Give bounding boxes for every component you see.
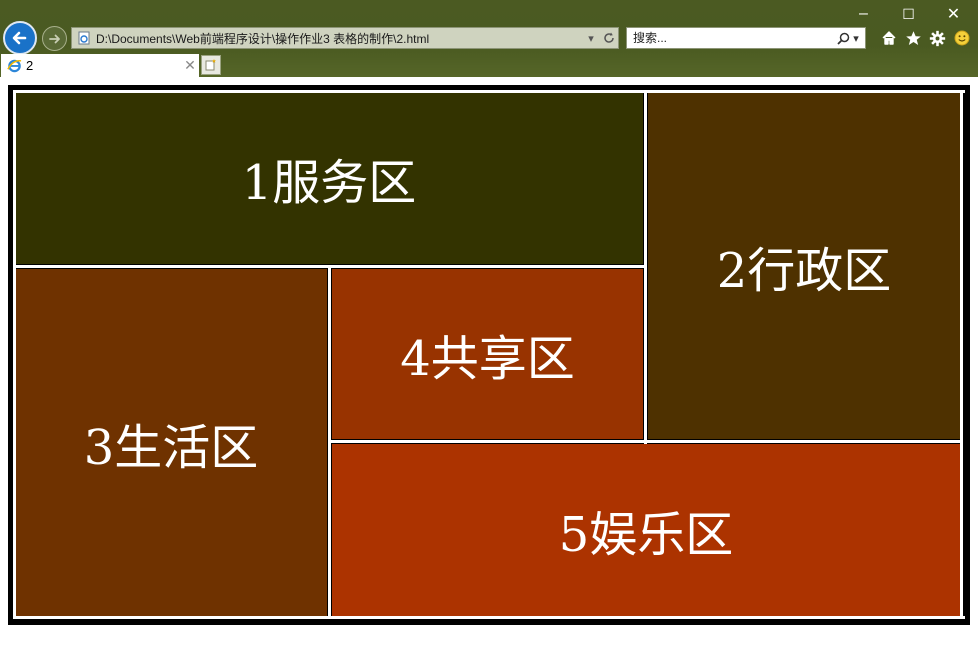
arrow-left-icon <box>12 31 27 45</box>
settings-button[interactable] <box>927 28 947 48</box>
zone-shared: 4共享区 <box>332 269 643 439</box>
table-border-right <box>960 90 963 619</box>
table-border-left <box>13 90 16 619</box>
forward-button[interactable] <box>42 26 67 51</box>
new-tab-icon <box>205 59 216 71</box>
zone-entertainment-label: 5娱乐区 <box>558 507 734 563</box>
refresh-icon[interactable] <box>600 28 618 48</box>
back-button[interactable] <box>3 21 37 55</box>
maximize-button[interactable]: ☐ <box>886 0 931 28</box>
close-window-button[interactable]: ✕ <box>931 0 976 28</box>
feedback-button[interactable] <box>952 28 972 48</box>
table-divider <box>644 90 647 444</box>
close-tab-icon[interactable]: ✕ <box>181 57 199 74</box>
chevron-down-icon: ▾ <box>853 32 859 45</box>
ie-icon <box>6 58 22 74</box>
table-border-top <box>13 90 965 93</box>
zone-living: 3生活区 <box>15 269 327 616</box>
address-bar[interactable]: D:\Documents\Web前端程序设计\操作作业3 表格的制作\2.htm… <box>71 27 619 49</box>
dropdown-icon[interactable]: ▾ <box>582 28 600 48</box>
address-url[interactable]: D:\Documents\Web前端程序设计\操作作业3 表格的制作\2.htm… <box>96 30 582 47</box>
zone-admin: 2行政区 <box>648 92 960 439</box>
home-button[interactable] <box>879 28 899 48</box>
star-icon <box>905 30 921 45</box>
zone-table: 1服务区 2行政区 3生活区 4共享区 5娱乐区 <box>8 85 970 625</box>
minimize-button[interactable]: – <box>841 0 886 28</box>
minimize-icon: – <box>859 5 868 22</box>
maximize-icon: ☐ <box>902 5 915 22</box>
table-border-bottom <box>13 616 965 619</box>
smiley-icon <box>954 30 970 46</box>
zone-entertainment: 5娱乐区 <box>332 444 960 616</box>
search-box[interactable]: ▾ <box>626 27 866 49</box>
zone-living-label: 3生活区 <box>83 419 259 476</box>
table-divider <box>328 440 963 443</box>
home-icon <box>882 31 896 45</box>
gear-icon <box>929 30 945 46</box>
zone-shared-label: 4共享区 <box>400 331 575 387</box>
page-icon <box>76 30 92 46</box>
search-button[interactable]: ▾ <box>831 28 865 48</box>
zone-service: 1服务区 <box>15 92 643 264</box>
zone-service-label: 1服务区 <box>241 155 417 211</box>
search-icon <box>837 32 850 45</box>
zone-admin-label: 2行政区 <box>716 242 892 299</box>
new-tab-button[interactable] <box>201 55 221 75</box>
browser-chrome: – ☐ ✕ D:\Documents\Web前端程序设计\操作作业3 表格的制作… <box>0 0 978 77</box>
search-input[interactable] <box>627 29 831 47</box>
tab-active[interactable]: 2 ✕ <box>1 54 199 77</box>
favorites-button[interactable] <box>903 28 923 48</box>
tab-title: 2 <box>26 58 34 73</box>
arrow-right-icon <box>48 34 60 43</box>
close-icon: ✕ <box>946 6 961 23</box>
